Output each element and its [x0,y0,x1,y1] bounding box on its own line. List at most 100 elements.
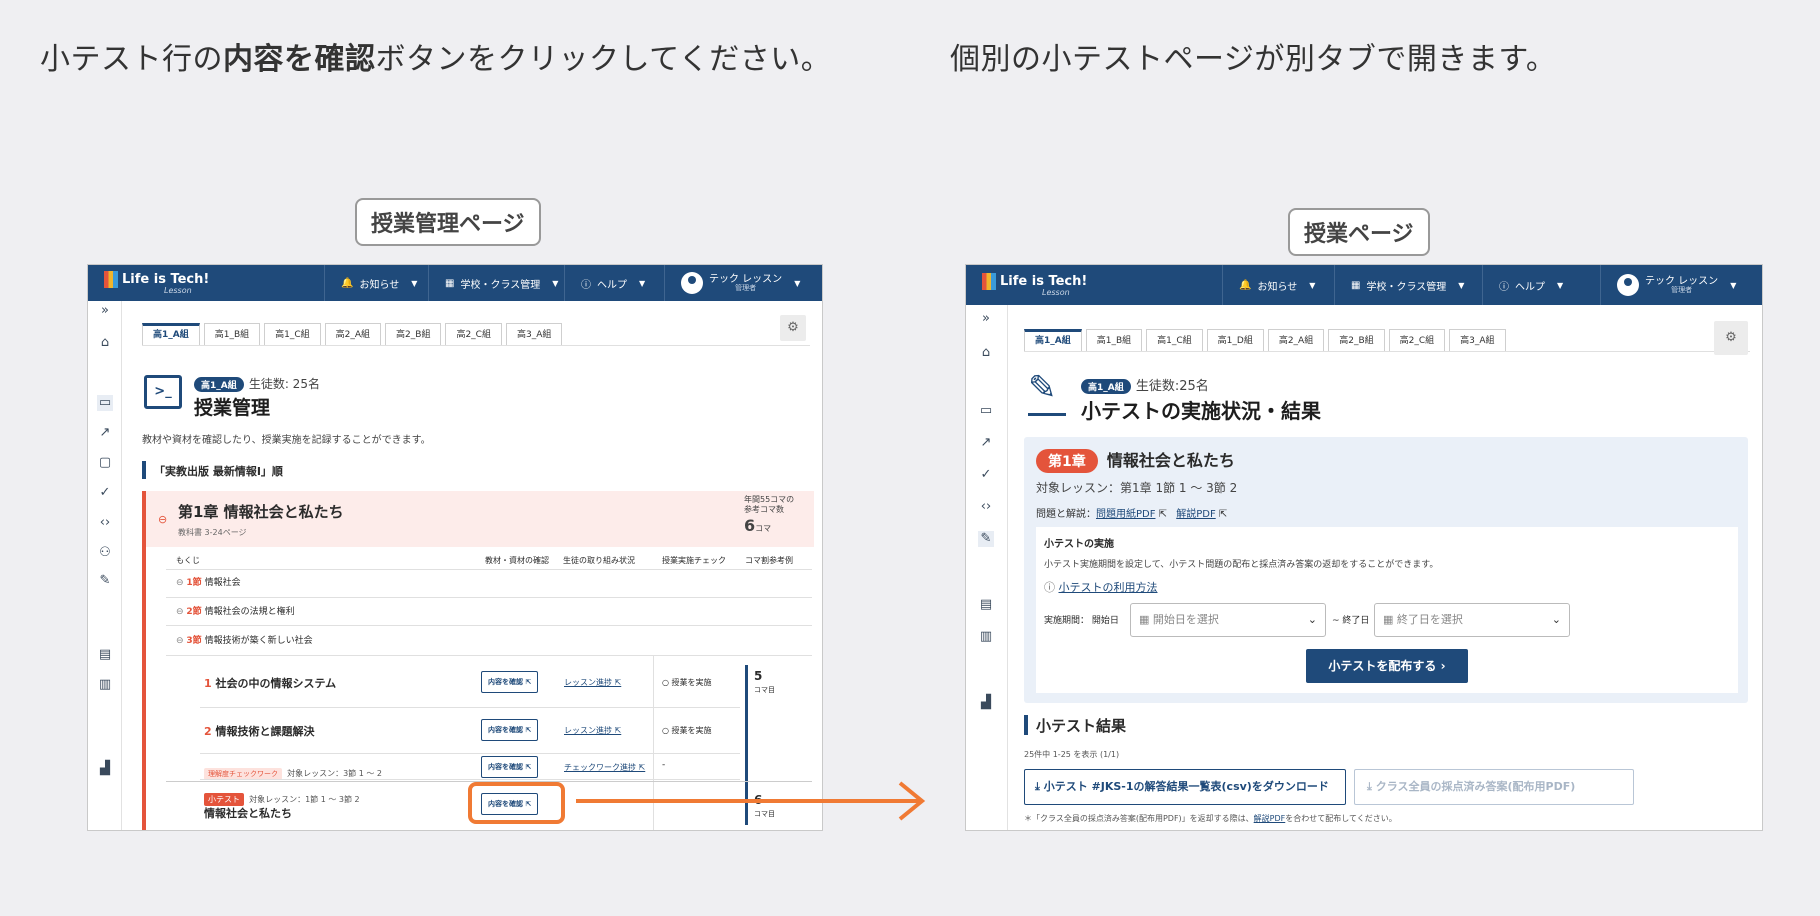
left-page-label: 授業管理ページ [355,198,541,246]
check-content-button[interactable]: 内容を確認 ⇱ [481,756,539,778]
chevron-down-icon: ⌄ [1307,613,1317,626]
implement-radio[interactable]: ○ 授業を実施 [662,677,712,688]
pen-icon[interactable]: ✎ [97,573,113,589]
period-label: 実施期間： 開始日 [1044,616,1119,626]
chart-icon[interactable]: ▟ [97,761,113,777]
check-icon[interactable]: ✓ [97,485,113,501]
sidebar: » ⌂ ▭ ↗ ✓ ‹› ✎ ▤ ▥ ▟ [966,305,1008,830]
lesson-progress-link[interactable]: レッスン進捗 ⇱ [564,725,621,736]
tab-class[interactable]: 高3_A組 [505,323,563,345]
note-pdf-link[interactable]: 解説PDF [1254,814,1286,823]
avatar [681,272,703,294]
tab-class[interactable]: 高2_A組 [1267,329,1325,351]
download-csv-button[interactable]: ⤓ 小テスト #JKS-1の解答結果一覧表(csv)をダウンロード [1024,769,1346,805]
caret-down-icon: ▼ [1730,280,1737,290]
tab-class[interactable]: 高1_C組 [1146,329,1203,351]
notice-menu[interactable]: 🔔 お知らせ ▼ [1222,265,1334,305]
chapter-heading: 第1章 情報社会と私たち [1036,447,1235,473]
lesson-icon[interactable]: ▭ [97,395,113,411]
tab-class[interactable]: 高2_A組 [324,323,382,345]
answer-pdf-link[interactable]: 解説PDF [1176,509,1215,520]
check-content-button[interactable]: 内容を確認 ⇱ [481,671,539,693]
section-row[interactable]: ⊖ 3節 情報技術が築く新しい社会 [176,633,313,646]
lesson-icon[interactable]: ▭ [978,403,994,419]
notice-menu[interactable]: 🔔 お知らせ ▼ [324,265,428,301]
pen-icon[interactable]: ✎ [978,531,994,547]
tab-class[interactable]: 高2_C組 [1388,329,1446,351]
check-content-button[interactable]: 内容を確認 ⇱ [481,719,539,741]
checkwork-progress-link[interactable]: チェックワーク進捗 ⇱ [564,762,645,773]
tab-class[interactable]: 高2_B組 [385,323,442,345]
tab-class[interactable]: 高1_A組 [1024,329,1082,351]
arrow-icon [576,781,926,821]
user-menu[interactable]: テック レッスン 管理者 ▼ [1600,265,1762,305]
edit-document-icon[interactable]: ▥ [978,629,994,645]
quiz-page-screen: Life is Tech! Lesson 🔔 お知らせ ▼ ▦ 学校・クラス管理 ▼ ⓘ ヘ… [965,264,1763,831]
expand-icon[interactable]: » [978,311,994,327]
student-count: 生徒数: 25名 [248,377,320,391]
textbook-order: 「実教出版 最新情報Ⅰ」順 [154,465,283,478]
annual-koma: 年間55コマの 参考コマ数 6コマ [744,495,795,535]
home-icon[interactable]: ⌂ [978,345,994,361]
code-icon[interactable]: ‹› [97,515,113,531]
help-menu[interactable]: ⓘ ヘルプ ▼ [564,265,664,301]
settings-icon[interactable]: ⚙ [780,315,806,341]
lesson-progress-link[interactable]: レッスン進捗 ⇱ [564,677,621,688]
caret-down-icon: ▼ [1309,280,1316,290]
highlight-box [468,782,565,824]
tab-class[interactable]: 高2_B組 [1328,329,1385,351]
chart-icon[interactable]: ▟ [978,695,994,711]
bell-icon: 🔔 [1239,279,1252,291]
caret-down-icon: ▼ [794,278,801,288]
chevron-down-icon: ⌄ [1551,613,1561,626]
group-icon[interactable]: ⚇ [97,545,113,561]
tab-class[interactable]: 高2_C組 [445,323,502,345]
section-row[interactable]: ⊖ 2節 情報社会の法規と権利 [176,604,295,617]
building-icon: ▦ [1351,279,1361,291]
tab-class[interactable]: 高3_A組 [1449,329,1506,351]
document-icon[interactable]: ▤ [97,647,113,663]
problem-pdf-link[interactable]: 問題用紙PDF [1096,509,1155,520]
section-row[interactable]: ⊖ 1節 情報社会 [176,575,241,588]
trend-icon[interactable]: ↗ [978,435,994,451]
end-label: ~ 終了日 [1332,616,1370,626]
home-icon[interactable]: ⌂ [97,335,113,351]
trend-icon[interactable]: ↗ [97,425,113,441]
col-toc: もくじ [176,556,200,565]
help-icon: ⓘ [1499,281,1509,293]
howto-link[interactable]: ⓘ 小テストの利用方法 [1044,579,1158,595]
tab-class[interactable]: 高1_A組 [142,323,200,345]
tab-class[interactable]: 高1_B組 [203,323,261,345]
school-menu[interactable]: ▦ 学校・クラス管理 ▼ [428,265,564,301]
distribute-quiz-button[interactable]: 小テストを配布する › [1306,649,1468,683]
edit-document-icon[interactable]: ▥ [97,677,113,693]
help-menu[interactable]: ⓘ ヘルプ ▼ [1482,265,1600,305]
board-icon[interactable]: ▢ [97,455,113,471]
implementation-description: 小テスト実施期間を設定して、小テスト問題の配布と採点済み答案の返却をすることがで… [1044,560,1439,570]
end-date-input[interactable]: ▦ 終了日を選択 ⌄ [1374,603,1570,637]
check-icon[interactable]: ✓ [978,467,994,483]
implement-radio[interactable]: ○ 授業を実施 [662,725,712,736]
bell-icon: 🔔 [341,277,354,289]
settings-icon[interactable]: ⚙ [1714,321,1748,355]
tab-class[interactable]: 高1_C組 [264,323,321,345]
code-icon[interactable]: ‹› [978,499,994,515]
start-date-input[interactable]: ▦ 開始日を選択 ⌄ [1130,603,1326,637]
note-text: ＊「クラス全員の採点済み答案(配布用PDF)」を返却する際は、解説PDFを合わせ… [1024,814,1397,823]
caret-down-icon: ▼ [639,278,646,288]
implementation-title: 小テストの実施 [1044,539,1114,550]
page-description: 教材や資材を確認したり、授業実施を記録することができます。 [142,435,431,446]
expand-icon[interactable]: » [97,303,113,319]
school-menu[interactable]: ▦ 学校・クラス管理 ▼ [1334,265,1482,305]
results-title: 小テスト結果 [1036,717,1127,735]
download-icon: ⤓ [1367,780,1372,793]
document-icon[interactable]: ▤ [978,597,994,613]
collapse-icon[interactable]: ⊖ [158,513,167,526]
logo: Life is Tech! Lesson [982,273,1087,297]
tab-class[interactable]: 高1_D組 [1206,329,1264,351]
tab-class[interactable]: 高1_B組 [1085,329,1143,351]
class-tabs: 高1_A組 高1_B組 高1_C組 高1_D組 高2_A組 高2_B組 高2_C… [1024,329,1506,351]
quiz-title: 情報社会と私たち [204,807,292,820]
download-pdf-button[interactable]: ⤓ クラス全員の採点済み答案(配布用PDF) [1354,769,1634,805]
user-menu[interactable]: テック レッスン 管理者 ▼ [664,265,822,301]
